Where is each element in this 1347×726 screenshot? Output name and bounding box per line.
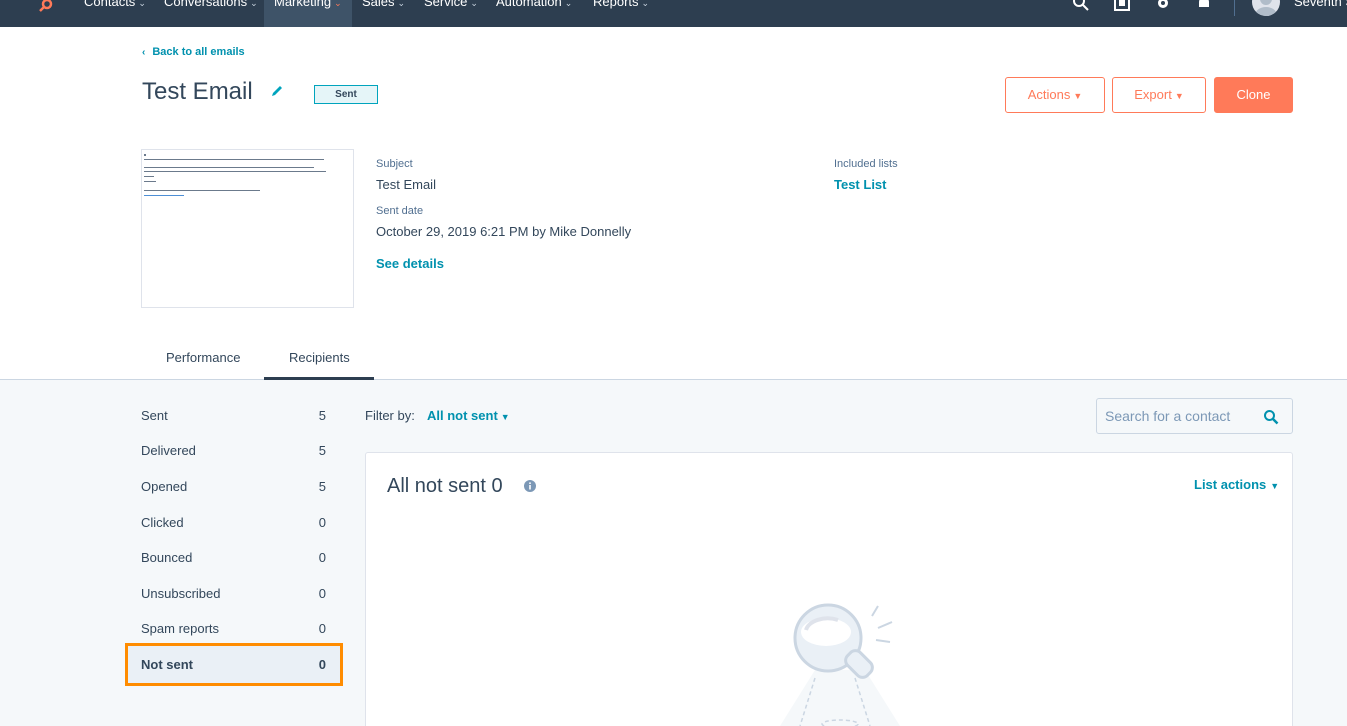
search-input[interactable] [1105,406,1265,426]
list-actions-label: List actions [1194,477,1267,492]
tab-recipients[interactable]: Recipients [289,350,350,365]
hubspot-logo-icon[interactable] [38,0,56,12]
stat-label: Sent [141,408,168,423]
pencil-edit-icon[interactable] [270,84,284,98]
stat-count: 0 [318,621,326,636]
tab-performance[interactable]: Performance [166,350,240,365]
stat-label: Spam reports [141,621,220,636]
filter-dropdown[interactable]: All not sent ▼ [427,408,510,423]
email-preview-thumbnail[interactable] [141,149,354,308]
stat-count: 5 [318,408,326,423]
stat-count: 5 [318,479,326,494]
magnifying-glass-empty-state-icon [780,603,900,726]
nav-item-marketing[interactable]: Marketing ⌄ [264,0,352,27]
stat-row-spam-reports[interactable]: Spam reports 0 [141,621,326,636]
page-title: Test Email [142,78,253,105]
top-navigation-bar: Contacts ⌄ Conversations ⌄ Marketing ⌄ Sale… [0,0,1347,27]
chevron-down-icon: ⌄ [641,0,650,8]
status-badge: Sent [314,85,378,104]
nav-divider [1234,0,1235,16]
see-details-link[interactable]: See details [376,256,444,271]
chevron-down-icon: ⌄ [564,0,573,8]
search-icon[interactable] [1072,0,1090,12]
sent-date-value: October 29, 2019 6:21 PM by Mike Donnell… [376,224,632,239]
user-name[interactable]: Seventh S [1294,0,1347,9]
nav-item-contacts[interactable]: Contacts ⌄ [74,0,156,27]
stat-row-bounced[interactable]: Bounced 0 [141,550,326,565]
actions-button[interactable]: Actions ▼ [1005,77,1105,113]
stat-row-delivered[interactable]: Delivered 5 [141,443,326,458]
chevron-down-icon: ⌄ [334,0,342,8]
info-icon[interactable] [524,480,536,492]
gear-icon[interactable] [1154,0,1172,12]
chevron-down-icon: ⌄ [138,0,146,8]
search-icon[interactable] [1263,409,1279,425]
chevron-left-icon: ‹ [142,47,146,58]
marketplace-icon[interactable] [1113,0,1131,12]
back-link-label: Back to all emails [152,46,245,58]
back-to-all-emails-link[interactable]: ‹ Back to all emails [142,46,245,58]
sent-date-label: Sent date [376,205,424,217]
caret-down-icon: ▼ [500,412,510,422]
nav-item-label: Service [424,0,468,9]
caret-down-icon: ▼ [1270,481,1280,491]
caret-down-icon: ▼ [1174,91,1184,101]
nav-item-automation[interactable]: Automation ⌄ [486,0,582,27]
stat-count: 5 [318,443,326,458]
stat-count: 0 [318,550,326,565]
stat-label: Unsubscribed [141,586,221,601]
user-avatar-icon [1255,0,1277,16]
clone-button[interactable]: Clone [1214,77,1293,113]
nav-item-service[interactable]: Service ⌄ [414,0,488,27]
nav-item-label: Conversations [164,0,248,9]
nav-item-label: Marketing [274,0,332,9]
stat-label: Opened [141,479,188,494]
stat-row-opened[interactable]: Opened 5 [141,479,326,494]
nav-item-label: Contacts [84,0,136,9]
nav-item-conversations[interactable]: Conversations ⌄ [154,0,268,27]
stat-count: 0 [318,515,326,530]
nav-item-label: Sales [362,0,395,9]
stat-label: Clicked [141,515,184,530]
bell-icon[interactable] [1195,0,1213,12]
nav-item-label: Automation [496,0,562,9]
avatar[interactable] [1252,0,1280,16]
stat-label: Delivered [141,443,196,458]
included-list-link[interactable]: Test List [834,177,887,192]
subject-value: Test Email [376,177,436,192]
subject-label: Subject [376,158,413,170]
nav-item-label: Reports [593,0,639,9]
chevron-down-icon: ⌄ [397,0,406,8]
chevron-down-icon: ⌄ [250,0,258,8]
stat-row-clicked[interactable]: Clicked 0 [141,515,326,530]
stat-label: Bounced [141,550,193,565]
nav-item-sales[interactable]: Sales ⌄ [352,0,415,27]
panel-title: All not sent 0 [387,475,503,497]
caret-down-icon: ▼ [1073,91,1083,101]
included-lists-label: Included lists [834,158,898,170]
filter-label: Filter by: [365,408,415,423]
export-button[interactable]: Export ▼ [1112,77,1206,113]
nav-item-reports[interactable]: Reports ⌄ [583,0,659,27]
stat-row-sent[interactable]: Sent 5 [141,408,326,423]
list-actions-dropdown[interactable]: List actions ▼ [1194,477,1279,492]
highlight-annotation-box [125,643,343,686]
stat-row-unsubscribed[interactable]: Unsubscribed 0 [141,586,326,601]
chevron-down-icon: ⌄ [470,0,478,8]
stat-count: 0 [318,586,326,601]
filter-value: All not sent [427,408,498,423]
actions-label: Actions [1027,87,1071,102]
export-label: Export [1134,87,1172,102]
